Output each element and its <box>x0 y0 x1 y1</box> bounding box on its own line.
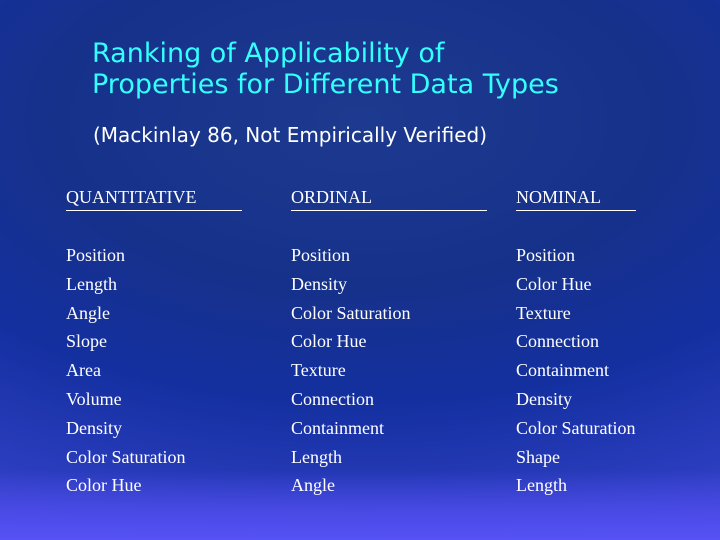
list-item: Angle <box>291 475 335 496</box>
list-item: Containment <box>291 417 384 438</box>
list-item: Shape <box>516 446 560 467</box>
list-item: Length <box>516 475 567 496</box>
list-item: Length <box>66 273 117 294</box>
list-item: Color Hue <box>516 273 592 294</box>
table-column-ordinal: ORDINAL Position Density Color Saturatio… <box>291 186 516 500</box>
list-item: Color Saturation <box>516 417 636 438</box>
list-item: Density <box>291 273 347 294</box>
table-columns: QUANTITATIVE Position Length Angle Slope… <box>66 186 686 500</box>
table-column-quantitative: QUANTITATIVE Position Length Angle Slope… <box>66 186 291 500</box>
column-list-quantitative: Position Length Angle Slope Area Volume … <box>66 241 291 500</box>
page-title-line-1: Ranking of Applicability of <box>92 38 445 69</box>
list-item: Color Hue <box>66 475 142 496</box>
page-subtitle: (Mackinlay 86, Not Empirically Verified) <box>93 123 488 147</box>
column-list-ordinal: Position Density Color Saturation Color … <box>291 241 516 500</box>
list-item: Position <box>66 245 126 265</box>
list-item: Density <box>516 388 572 409</box>
list-item: Connection <box>291 388 374 409</box>
column-list-nominal: Position Color Hue Texture Connection Co… <box>516 241 686 500</box>
list-item: Density <box>66 417 122 438</box>
list-item: Texture <box>291 360 346 381</box>
list-item: Position <box>516 245 576 265</box>
list-item: Containment <box>516 360 609 381</box>
slide: Ranking of Applicability of Properties f… <box>0 0 720 540</box>
list-item: Volume <box>66 388 122 409</box>
list-item: Texture <box>516 302 571 323</box>
list-item: Angle <box>66 302 110 323</box>
page-title-line-2: Properties for Different Data Types <box>92 69 559 100</box>
list-item: Color Saturation <box>291 302 411 323</box>
column-header-ordinal: ORDINAL <box>291 186 487 211</box>
column-header-nominal: NOMINAL <box>516 186 636 211</box>
table-column-nominal: NOMINAL Position Color Hue Texture Conne… <box>516 186 686 500</box>
properties-table: QUANTITATIVE Position Length Angle Slope… <box>66 186 686 500</box>
list-item: Color Hue <box>291 331 367 352</box>
list-item: Position <box>291 245 351 265</box>
list-item: Color Saturation <box>66 446 186 467</box>
list-item: Connection <box>516 331 599 352</box>
list-item: Slope <box>66 331 108 352</box>
list-item: Length <box>291 446 342 467</box>
column-header-quantitative: QUANTITATIVE <box>66 186 242 211</box>
list-item: Area <box>66 360 101 381</box>
page-title: Ranking of Applicability of Properties f… <box>92 38 692 100</box>
